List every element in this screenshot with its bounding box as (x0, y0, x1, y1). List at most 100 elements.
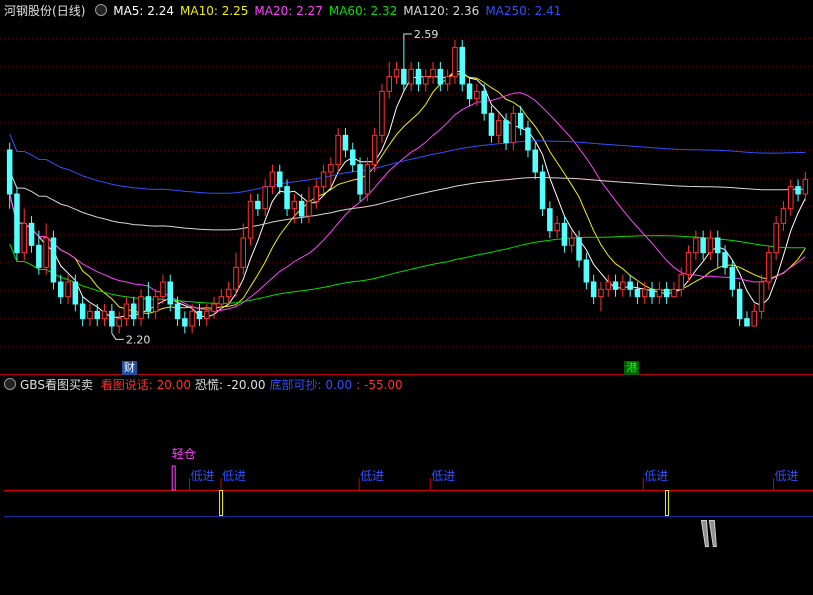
candle-body (349, 149, 356, 166)
candle (649, 282, 655, 304)
candle (598, 282, 604, 312)
candle-body (364, 164, 371, 195)
candle-body (21, 222, 28, 254)
candle (401, 40, 407, 92)
candle-body (495, 120, 502, 136)
indicator-chart[interactable]: 轻仓低进 低进 低进 低进 低进 低进 (0, 376, 813, 595)
candle (21, 208, 28, 260)
candle (452, 40, 458, 84)
candle (787, 179, 794, 216)
candle (744, 311, 750, 327)
candle-body (116, 318, 122, 327)
low-entry-label: 低进 (190, 469, 214, 483)
candle (130, 296, 137, 326)
candle (547, 201, 553, 238)
candle (284, 179, 290, 216)
low-entry-label: 低进 (360, 469, 384, 483)
candle (612, 274, 619, 297)
candle-body (620, 281, 626, 290)
candle-body (758, 281, 765, 312)
candle (218, 289, 225, 312)
low-label: 2.20 (126, 333, 151, 346)
candle (627, 274, 633, 297)
candle-body (189, 310, 195, 327)
candle-body (787, 186, 794, 210)
candle-body (766, 252, 772, 283)
candle-body (466, 83, 473, 100)
candle (532, 142, 539, 180)
candlestick-chart[interactable]: 2.59 2.20 (0, 0, 813, 375)
candle-body (255, 200, 261, 210)
candle (203, 304, 210, 326)
candle (109, 304, 115, 334)
light-position-bar (171, 465, 176, 491)
candle-body (452, 46, 458, 78)
candle (568, 230, 575, 253)
candle-body (736, 288, 743, 320)
candle (656, 282, 663, 304)
candle-body (568, 237, 575, 246)
candle (481, 84, 487, 121)
candle-body (700, 237, 706, 254)
candle-body (357, 164, 363, 195)
candle-body (196, 310, 203, 320)
candle (422, 69, 429, 92)
candle (693, 230, 699, 260)
candle (795, 179, 801, 202)
candle-body (751, 310, 758, 327)
low-entry-label: 低进 (644, 469, 668, 483)
candle (437, 62, 444, 92)
candle (342, 128, 349, 158)
candle (561, 216, 568, 253)
candle-body (291, 200, 298, 210)
candle (79, 296, 86, 326)
candle-body (306, 200, 312, 217)
candle (262, 179, 268, 216)
candle-body (6, 149, 13, 195)
candle (240, 223, 247, 275)
candle-body (408, 68, 414, 85)
candle-body (160, 281, 166, 298)
high-label: 2.59 (414, 28, 439, 41)
candle (28, 216, 35, 253)
candle (138, 289, 144, 326)
candle-body (612, 281, 619, 290)
ma-line (9, 133, 806, 194)
candle-body (72, 281, 79, 305)
candle-body (437, 68, 444, 85)
event-badge-hk[interactable]: 港 (624, 361, 640, 375)
event-badge-finance[interactable]: 财 (121, 361, 137, 375)
candle-body (547, 208, 553, 232)
candle-body (481, 90, 487, 114)
candle (255, 194, 261, 216)
candle-body (474, 90, 480, 100)
candle-body (795, 186, 801, 195)
candle (247, 194, 254, 246)
candle (94, 304, 101, 326)
candle (87, 304, 93, 326)
ma-line (9, 73, 806, 315)
candle-body (510, 112, 517, 144)
candle (663, 282, 670, 304)
candle-body (576, 237, 582, 261)
candle-body (79, 303, 86, 320)
candle (57, 274, 64, 304)
candle-body (693, 237, 699, 254)
candle (393, 62, 400, 84)
candle-body (123, 303, 130, 320)
candle-body (94, 310, 101, 320)
candle-body (554, 222, 560, 232)
candle (14, 186, 20, 260)
candle (685, 245, 692, 282)
candle-body (488, 112, 495, 136)
candle (634, 282, 641, 304)
candle-body (656, 288, 663, 298)
candle (320, 164, 327, 194)
candle (590, 274, 597, 304)
candle (802, 172, 809, 202)
candle (335, 128, 341, 172)
candle-body (780, 208, 787, 224)
candle-body (87, 310, 93, 320)
candle (773, 216, 779, 260)
panic-bar (700, 520, 709, 547)
